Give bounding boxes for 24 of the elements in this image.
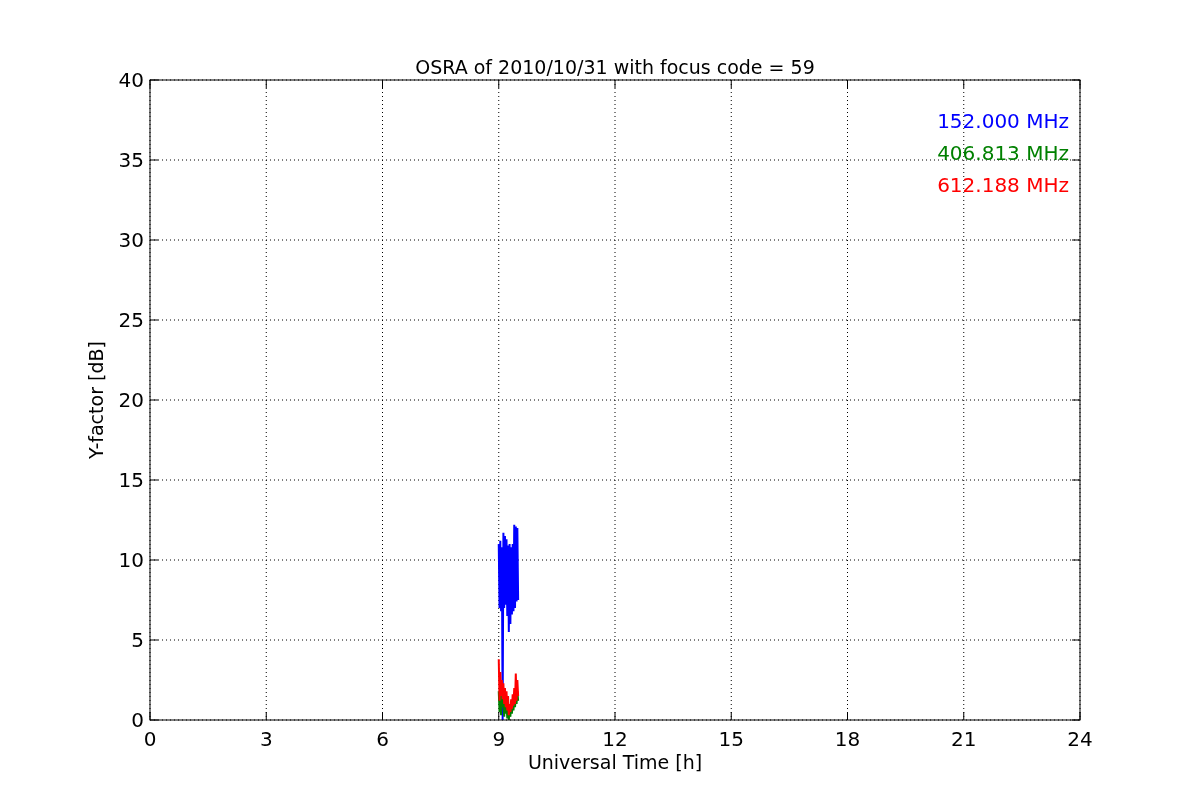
tick-label: 25 [118,308,144,332]
tick-label: 12 [602,727,628,751]
tick-label: 15 [718,727,744,751]
tick-label: 3 [259,727,273,751]
tick-label: 35 [118,148,144,172]
tick-label: 5 [131,628,144,652]
x-axis-label: Universal Time [h] [527,751,703,773]
tick-label: 10 [118,548,144,572]
chart-title: OSRA of 2010/10/31 with focus code = 59 [415,56,815,78]
tick-label: 21 [951,727,977,751]
y-axis-label: Y-factor [dB] [85,341,107,459]
tick-label: 0 [131,708,144,732]
tick-label: 30 [118,228,144,252]
tick-label: 18 [834,727,861,751]
tick-label: 20 [118,388,144,412]
tick-label: 15 [118,468,144,492]
tick-label: 40 [118,68,144,92]
legend-label: 406.813 MHz [937,141,1069,165]
legend-label: 612.188 MHz [937,173,1069,197]
tick-label: 9 [492,727,506,751]
tick-label: 6 [376,727,389,751]
tick-label: 24 [1067,727,1093,751]
tick-label: 0 [143,727,157,751]
legend-label: 152.000 MHz [937,109,1069,133]
